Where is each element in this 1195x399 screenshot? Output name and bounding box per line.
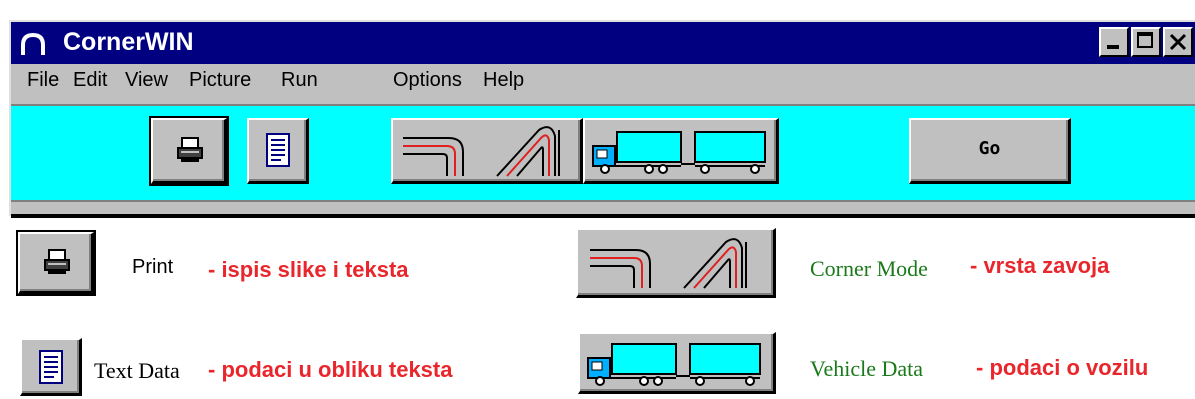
go-button-label: Go xyxy=(978,138,1001,159)
toolbar: Go xyxy=(11,104,1195,202)
legend-corner-mode-button xyxy=(576,228,776,298)
menu-options[interactable]: Options xyxy=(393,69,462,92)
window-title: CornerWIN xyxy=(63,28,194,56)
menu-bar: File Edit View Picture Run Options Help xyxy=(11,64,1195,104)
legend-corner-mode-label: Corner Mode xyxy=(810,256,928,281)
printer-icon xyxy=(177,137,203,162)
legend-print-desc: - ispis slike i teksta xyxy=(208,257,409,282)
app-logo-icon xyxy=(21,33,45,55)
corner-mode-button[interactable] xyxy=(391,118,583,184)
window-controls xyxy=(1097,27,1193,57)
legend-text-data-desc: - podaci u obliku teksta xyxy=(208,357,453,382)
minimize-icon xyxy=(1107,45,1119,49)
legend-vehicle-data-label: Vehicle Data xyxy=(810,356,923,381)
vehicle-icon xyxy=(592,131,766,174)
legend-print-label: Print xyxy=(132,256,174,278)
menu-edit[interactable]: Edit xyxy=(73,69,107,92)
close-icon xyxy=(1169,33,1187,51)
menu-run[interactable]: Run xyxy=(281,69,318,92)
legend-text-data-button xyxy=(20,338,82,396)
vehicle-icon xyxy=(587,343,761,386)
text-document-icon xyxy=(266,133,290,167)
menu-view[interactable]: View xyxy=(125,69,168,92)
window-bottom-border xyxy=(11,214,1195,218)
corner-mode-icon xyxy=(403,126,560,177)
maximize-button[interactable] xyxy=(1131,27,1161,57)
title-bar[interactable]: CornerWIN xyxy=(11,22,1195,64)
legend-text-data-label: Text Data xyxy=(94,358,180,383)
minimize-button[interactable] xyxy=(1099,27,1129,57)
close-button[interactable] xyxy=(1163,27,1193,57)
legend-corner-mode-desc: - vrsta zavoja xyxy=(970,253,1110,278)
cornerwin-window: CornerWIN File Edit View Picture Run Opt… xyxy=(9,20,1195,218)
vehicle-data-button[interactable] xyxy=(583,118,779,184)
menu-picture[interactable]: Picture xyxy=(189,69,251,92)
go-button[interactable]: Go xyxy=(909,118,1071,184)
text-data-button[interactable] xyxy=(247,118,309,184)
legend-vehicle-data-button xyxy=(578,332,776,394)
text-document-icon xyxy=(39,350,63,384)
corner-mode-icon xyxy=(590,238,747,289)
menu-help[interactable]: Help xyxy=(483,69,524,92)
print-button[interactable] xyxy=(149,116,229,186)
printer-icon xyxy=(44,249,70,274)
legend-vehicle-data-desc: - podaci o vozilu xyxy=(976,355,1149,380)
maximize-icon xyxy=(1137,32,1153,48)
legend-print-button xyxy=(16,230,96,296)
menu-file[interactable]: File xyxy=(27,69,59,92)
